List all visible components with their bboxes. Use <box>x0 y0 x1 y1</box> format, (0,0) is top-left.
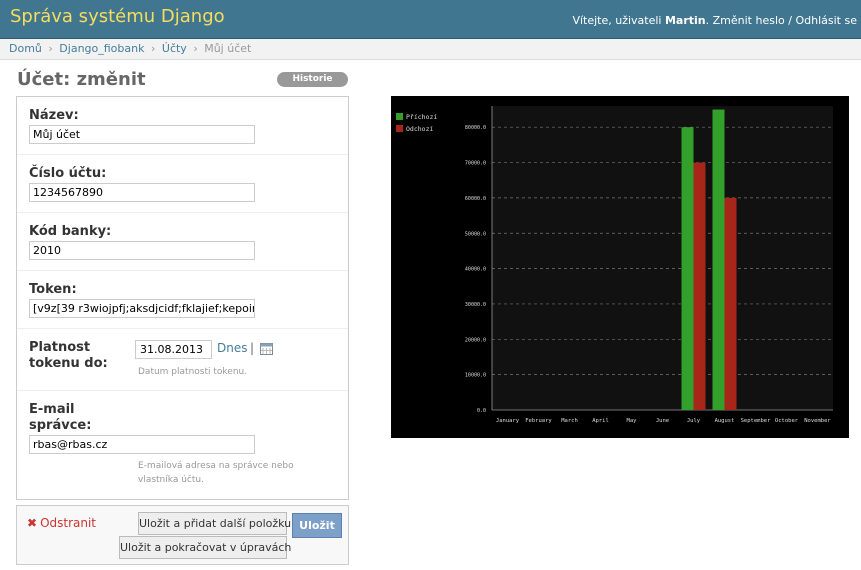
email-help-line1: E-mailová adresa na správce nebo <box>138 461 294 471</box>
submit-row: ✖ Odstranit Uložit a přidat další položku… <box>16 505 349 565</box>
breadcrumb: Domů › Django_fiobank › Účty › Můj účet <box>0 39 861 60</box>
save-button[interactable]: Uložit <box>292 513 342 538</box>
x-tick-label: May <box>627 418 638 424</box>
legend-label: Příchozí <box>406 113 437 121</box>
legend-swatch <box>396 113 403 120</box>
breadcrumb-home[interactable]: Domů <box>9 42 42 55</box>
site-title[interactable]: Správa systému Django <box>10 6 225 27</box>
calendar-icon[interactable] <box>260 342 273 355</box>
form-row-validity: Platnost tokenu do: 31.08.2013 Dnes | Da… <box>17 329 348 391</box>
x-tick-label: April <box>592 418 609 424</box>
validity-date-input[interactable]: 31.08.2013 <box>135 340 212 359</box>
name-input[interactable]: Můj účet <box>29 125 255 144</box>
x-tick-label: October <box>775 418 799 424</box>
x-tick-label: September <box>741 418 771 424</box>
y-tick-label: 30000.0 <box>465 302 486 308</box>
username: Martin <box>664 14 706 27</box>
bank-code-input[interactable]: 2010 <box>29 241 255 260</box>
user-tools-separator: / <box>788 14 792 27</box>
y-tick-label: 20000.0 <box>465 337 486 343</box>
token-input[interactable]: [v9z[39 r3wiojpfj;aksdjcidf;fklajief;kep… <box>29 299 255 318</box>
transactions-chart: 0.0 10000.0 20000.0 30000.0 40000.0 50000.0 60… <box>391 96 849 438</box>
x-tick-label: March <box>561 418 578 424</box>
change-password-link[interactable]: Změnit heslo <box>713 14 785 27</box>
form-row-token: Token: [v9z[39 r3wiojpfj;aksdjcidf;fklaj… <box>17 271 348 329</box>
welcome-text: Vítejte, uživateli <box>572 14 662 27</box>
x-tick-label: January <box>496 418 520 424</box>
email-label-line1: E-mail <box>29 402 75 417</box>
email-input[interactable]: rbas@rbas.cz <box>29 435 255 454</box>
y-tick-label: 0.0 <box>477 408 486 414</box>
x-tick-label: August <box>715 418 735 424</box>
email-label: E-mail správce: <box>29 402 91 434</box>
email-label-line2: správce: <box>29 418 92 433</box>
save-continue-button[interactable]: Uložit a pokračovat v úpravách <box>119 536 291 559</box>
x-tick-label: July <box>687 418 701 424</box>
x-tick-label: June <box>656 418 669 424</box>
header: Správa systému Django Vítejte, uživateli… <box>0 0 861 39</box>
validity-help: Datum platnosti tokenu. <box>138 367 248 377</box>
user-tools: Vítejte, uživateli Martin. Změnit heslo … <box>572 14 857 27</box>
plot-area <box>492 106 833 410</box>
name-label: Název: <box>29 108 79 123</box>
bank-code-label: Kód banky: <box>29 224 112 239</box>
y-tick-label: 10000.0 <box>465 373 486 379</box>
page-title: Účet: změnit <box>17 69 146 90</box>
email-help-line2: vlastníka účtu. <box>138 475 204 485</box>
breadcrumb-separator: › <box>193 42 198 55</box>
y-tick-label: 40000.0 <box>465 267 486 273</box>
logout-link[interactable]: Odhlásit se <box>795 14 857 27</box>
validity-label-line2: tokenu do: <box>29 356 108 371</box>
delete-link[interactable]: ✖ Odstranit <box>27 516 96 530</box>
breadcrumb-app[interactable]: Django_fiobank <box>59 42 144 55</box>
form-row-name: Název: Můj účet <box>17 97 348 155</box>
validity-label: Platnost tokenu do: <box>29 340 108 372</box>
breadcrumb-model[interactable]: Účty <box>162 42 187 55</box>
form-row-bank-code: Kód banky: 2010 <box>17 213 348 271</box>
y-tick-label: 80000.0 <box>465 125 486 131</box>
save-add-another-button[interactable]: Uložit a přidat další položku <box>138 512 291 535</box>
today-link[interactable]: Dnes <box>217 341 247 355</box>
bar-outgoing <box>724 197 737 410</box>
breadcrumb-separator: › <box>48 42 53 55</box>
delete-label: Odstranit <box>40 516 97 530</box>
y-tick-label: 50000.0 <box>465 231 486 237</box>
token-label: Token: <box>29 282 77 297</box>
legend-swatch <box>396 125 403 132</box>
today-separator: | <box>250 341 255 355</box>
validity-label-line1: Platnost <box>29 340 91 355</box>
change-form: Název: Můj účet Číslo účtu: 1234567890 K… <box>16 96 349 500</box>
account-number-input[interactable]: 1234567890 <box>29 183 255 202</box>
breadcrumb-current: Můj účet <box>204 42 252 55</box>
bar-outgoing <box>693 162 706 410</box>
email-help: E-mailová adresa na správce nebo vlastní… <box>138 459 294 487</box>
x-tick-label: November <box>804 418 831 424</box>
y-tick-label: 70000.0 <box>465 161 486 167</box>
x-tick-label: February <box>525 418 552 424</box>
delete-icon: ✖ <box>27 516 38 530</box>
bar-incoming <box>681 127 694 411</box>
form-row-account-number: Číslo účtu: 1234567890 <box>17 155 348 213</box>
form-row-email: E-mail správce: rbas@rbas.cz E-mailová a… <box>17 391 348 499</box>
y-tick-label: 60000.0 <box>465 196 486 202</box>
account-number-label: Číslo účtu: <box>29 166 107 181</box>
legend-label: Odchozí <box>406 125 433 133</box>
history-button[interactable]: Historie <box>277 72 348 87</box>
bar-incoming <box>712 109 725 410</box>
breadcrumb-separator: › <box>150 42 156 55</box>
